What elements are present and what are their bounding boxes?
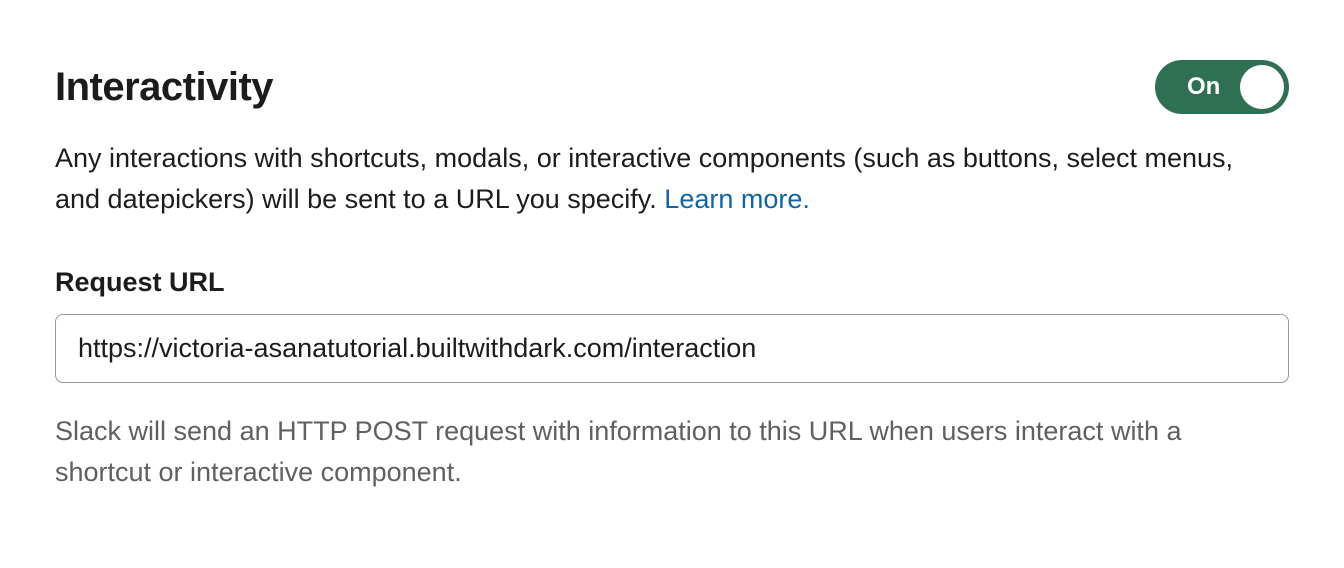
request-url-helper: Slack will send an HTTP POST request wit… [55, 411, 1285, 492]
description-text: Any interactions with shortcuts, modals,… [55, 143, 1233, 214]
request-url-label: Request URL [55, 267, 1289, 298]
interactivity-toggle[interactable]: On [1155, 60, 1289, 114]
section-title: Interactivity [55, 65, 273, 110]
section-header: Interactivity On [55, 60, 1289, 114]
learn-more-link[interactable]: Learn more. [664, 184, 810, 214]
toggle-knob [1240, 65, 1284, 109]
request-url-input[interactable] [55, 314, 1289, 383]
toggle-label: On [1187, 73, 1220, 101]
section-description: Any interactions with shortcuts, modals,… [55, 138, 1285, 219]
